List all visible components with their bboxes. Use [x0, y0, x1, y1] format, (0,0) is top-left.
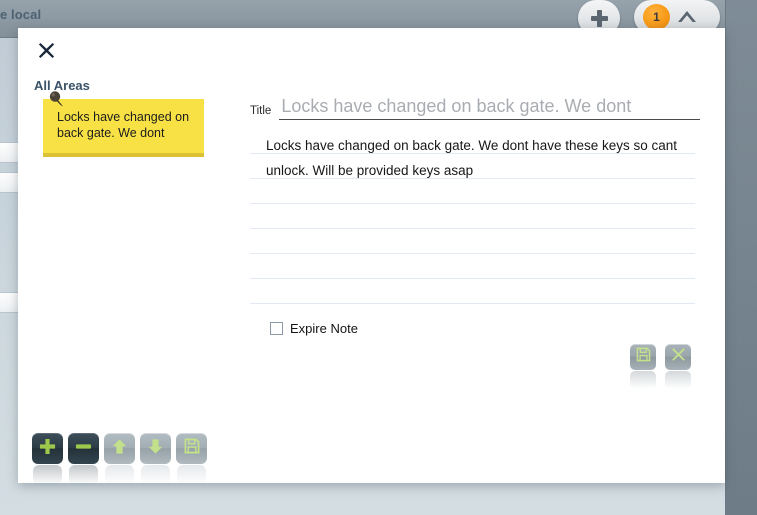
note-body-input[interactable] [264, 131, 684, 301]
save-floppy-icon [636, 347, 651, 367]
note-body-lined-area [250, 129, 695, 309]
title-input[interactable] [279, 96, 700, 120]
save-floppy-icon [184, 438, 200, 459]
expire-note-checkbox[interactable] [270, 322, 283, 335]
all-areas-column: All Areas Locks have changed on back gat… [34, 78, 230, 157]
cancel-note-button[interactable] [665, 344, 691, 389]
note-card-wrapper: Locks have changed on back gate. We dont [43, 91, 204, 157]
expire-note-row: Expire Note [250, 321, 700, 336]
note-editor-panel: Title Expire Note [250, 96, 700, 336]
notification-count-badge: 1 [643, 4, 670, 30]
editor-action-buttons [630, 344, 691, 389]
note-editor-dialog: All Areas Locks have changed on back gat… [18, 28, 725, 485]
close-icon[interactable] [31, 35, 61, 65]
add-note-button[interactable] [32, 433, 63, 485]
note-toolbar [32, 433, 207, 485]
move-up-button[interactable] [104, 433, 135, 485]
arrow-up-icon [111, 438, 128, 460]
title-row: Title [250, 96, 700, 120]
plus-icon [39, 438, 56, 460]
remove-note-button[interactable] [68, 433, 99, 485]
plus-icon [590, 9, 608, 27]
cancel-x-icon [671, 347, 686, 367]
right-side-band [725, 0, 757, 515]
expire-note-label: Expire Note [290, 321, 358, 336]
move-down-button[interactable] [140, 433, 171, 485]
app-title: e local [0, 7, 42, 22]
arrow-down-icon [147, 438, 164, 460]
save-button[interactable] [176, 433, 207, 485]
pushpin-icon [47, 90, 65, 108]
chevron-up-icon[interactable] [676, 7, 698, 27]
minus-icon [75, 438, 92, 460]
save-note-button[interactable] [630, 344, 656, 389]
sticky-note-text: Locks have changed on back gate. We dont [57, 110, 190, 140]
title-label: Title [250, 105, 272, 117]
sticky-note-card[interactable]: Locks have changed on back gate. We dont [43, 91, 204, 157]
